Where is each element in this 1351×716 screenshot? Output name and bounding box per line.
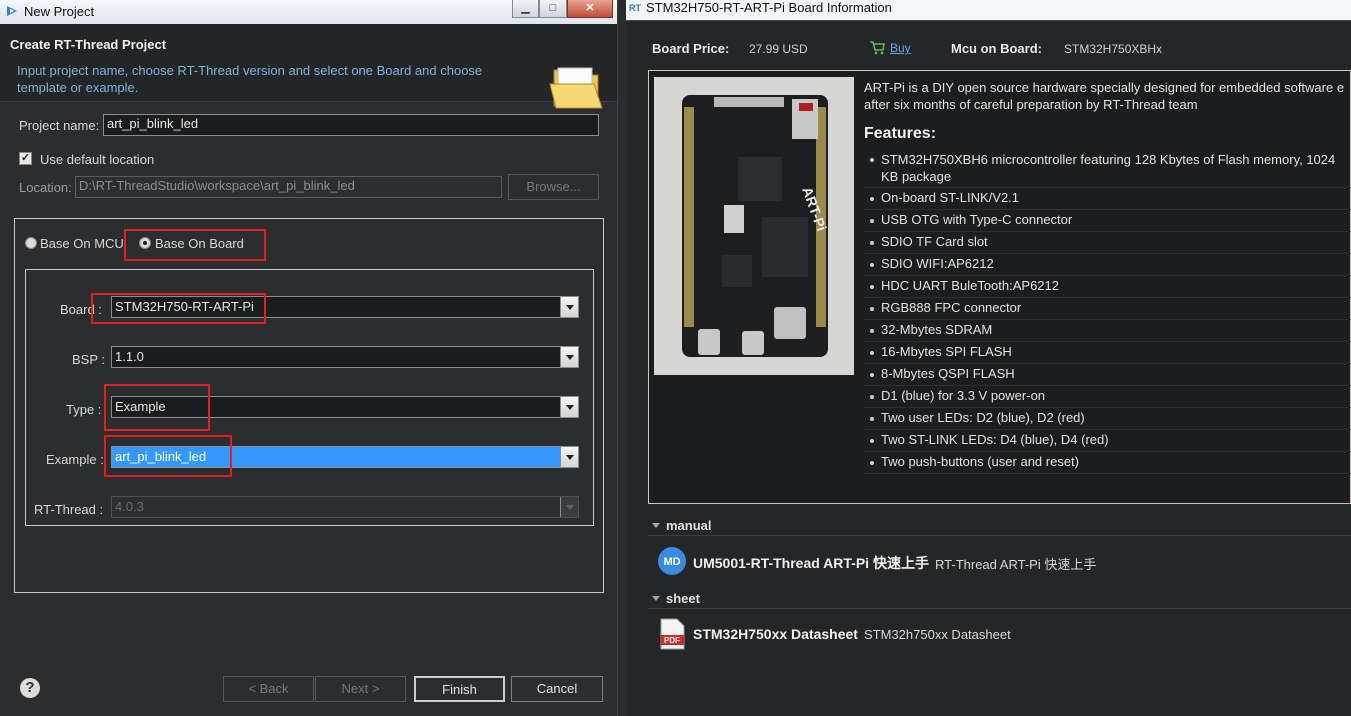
close-button[interactable]: ✕ — [567, 0, 613, 18]
panel-title: STM32H750-RT-ART-Pi Board Information — [646, 0, 892, 15]
back-button[interactable]: < Back — [223, 676, 314, 702]
rt-thread-app-icon — [7, 6, 17, 16]
markdown-icon: MD — [658, 547, 686, 575]
board-price-label: Board Price: — [652, 41, 730, 56]
bsp-label: BSP : — [72, 352, 106, 367]
project-name-label: Project name: — [19, 118, 100, 133]
location-label: Location: — [19, 180, 72, 195]
board-details-box: ART-Pi ART-Pi is a DIY open source hardw… — [648, 70, 1351, 504]
use-default-location-label: Use default location — [40, 152, 155, 167]
minimize-button[interactable]: ▁ — [512, 0, 539, 18]
buy-link[interactable]: Buy — [890, 41, 911, 55]
cancel-button[interactable]: Cancel — [511, 676, 603, 702]
highlight-type — [104, 384, 210, 431]
board-information-panel: RT STM32H750-RT-ART-Pi Board Information… — [626, 0, 1351, 716]
sheet-doc-name[interactable]: STM32H750xx Datasheet — [693, 626, 858, 642]
highlight-example — [104, 435, 232, 477]
bsp-select-value: 1.1.0 — [115, 349, 144, 364]
manual-section-title: manual — [666, 518, 712, 533]
feature-item: Two ST-LINK LEDs: D4 (blue), D4 (red) — [864, 430, 1351, 452]
dialog-titlebar: New Project ▁ □ ✕ — [0, 0, 617, 24]
expand-toggle-icon[interactable] — [652, 596, 660, 601]
board-description-line2: after six months of careful preparation … — [864, 97, 1198, 112]
feature-item: HDC UART BuleTooth:AP6212 — [864, 276, 1351, 298]
manual-doc-description: RT-Thread ART-Pi 快速上手 — [935, 557, 1097, 572]
feature-item: RGB888 FPC connector — [864, 298, 1351, 320]
board-price-value: 27.99 USD — [749, 42, 808, 56]
feature-item: SDIO WIFI:AP6212 — [864, 254, 1351, 276]
feature-item: STM32H750XBH6 microcontroller featuring … — [864, 149, 1351, 188]
type-label: Type : — [66, 402, 102, 417]
feature-item: 32-Mbytes SDRAM — [864, 320, 1351, 342]
use-default-location-checkbox[interactable]: ✓ — [19, 152, 32, 165]
finish-button[interactable]: Finish — [414, 676, 505, 702]
feature-item: SDIO TF Card slot — [864, 232, 1351, 254]
panel-titlebar: RT STM32H750-RT-ART-Pi Board Information — [626, 0, 1351, 20]
chevron-down-icon[interactable] — [560, 497, 578, 517]
dialog-title: New Project — [24, 4, 95, 19]
browse-button[interactable]: Browse... — [508, 174, 599, 200]
panel-body: Board Price: 27.99 USD Buy Mcu on Board:… — [626, 20, 1351, 716]
chevron-down-icon[interactable] — [560, 447, 578, 467]
board-photo: ART-Pi — [654, 77, 854, 375]
manual-doc-row[interactable]: MD UM5001-RT-Thread ART-Pi 快速上手 RT-Threa… — [656, 544, 1346, 578]
pdf-icon: PDF — [660, 618, 685, 650]
base-on-mcu-radio[interactable] — [25, 237, 37, 249]
feature-item: 8-Mbytes QSPI FLASH — [864, 364, 1351, 386]
rt-thread-version-select[interactable]: 4.0.3 — [111, 496, 579, 518]
expand-toggle-icon[interactable] — [652, 523, 660, 528]
feature-item: Two user LEDs: D2 (blue), D2 (red) — [864, 408, 1351, 430]
feature-item: On-board ST-LINK/V2.1 — [864, 188, 1351, 210]
mcu-on-board-value: STM32H750XBHx — [1064, 42, 1163, 56]
project-name-input[interactable]: art_pi_blink_led — [103, 114, 599, 136]
base-on-mcu-label: Base On MCU — [40, 236, 124, 251]
svg-text:MD: MD — [663, 556, 680, 568]
rt-thread-icon: RT — [629, 3, 641, 13]
help-icon[interactable]: ? — [20, 678, 40, 698]
sheet-doc-description: STM32h750xx Datasheet — [864, 627, 1011, 642]
next-button[interactable]: Next > — [315, 676, 406, 702]
highlight-base-on-board — [124, 229, 266, 261]
header-title: Create RT-Thread Project — [10, 37, 167, 52]
example-label: Example : — [46, 452, 104, 467]
rt-thread-version-label: RT-Thread : — [34, 502, 104, 517]
manual-section-header[interactable]: manual — [648, 516, 1351, 536]
feature-item: D1 (blue) for 3.3 V power-on — [864, 386, 1351, 408]
manual-doc-name[interactable]: UM5001-RT-Thread ART-Pi 快速上手 — [693, 553, 929, 573]
feature-item: USB OTG with Type-C connector — [864, 210, 1351, 232]
chevron-down-icon[interactable] — [560, 297, 578, 317]
new-project-dialog: New Project ▁ □ ✕ Create RT-Thread Proje… — [0, 0, 617, 716]
board-description-line1: ART-Pi is a DIY open source hardware spe… — [864, 80, 1345, 95]
svg-text:PDF: PDF — [664, 636, 680, 645]
sheet-section-header[interactable]: sheet — [648, 589, 1351, 609]
chevron-down-icon[interactable] — [560, 347, 578, 367]
chevron-down-icon[interactable] — [560, 397, 578, 417]
cart-icon[interactable] — [869, 41, 885, 55]
art-pi-board-image: ART-Pi — [654, 77, 854, 375]
window-divider — [617, 0, 626, 716]
rt-thread-version-value: 4.0.3 — [115, 499, 144, 514]
bsp-select[interactable]: 1.1.0 — [111, 346, 579, 368]
features-list: STM32H750XBH6 microcontroller featuring … — [864, 149, 1351, 474]
maximize-button[interactable]: □ — [539, 0, 567, 18]
location-input[interactable]: D:\RT-ThreadStudio\workspace\art_pi_blin… — [75, 176, 502, 198]
board-description: ART-Pi is a DIY open source hardware spe… — [864, 79, 1351, 113]
feature-item: 16-Mbytes SPI FLASH — [864, 342, 1351, 364]
folder-icon — [549, 67, 603, 109]
sheet-doc-row[interactable]: PDF STM32H750xx Datasheet STM32h750xx Da… — [656, 617, 1346, 651]
sheet-section-title: sheet — [666, 591, 700, 606]
highlight-board — [91, 293, 266, 324]
dialog-header: Create RT-Thread Project Input project n… — [0, 24, 617, 109]
feature-item: Two push-buttons (user and reset) — [864, 452, 1351, 474]
mcu-on-board-label: Mcu on Board: — [951, 41, 1042, 56]
header-description: Input project name, choose RT-Thread ver… — [17, 63, 483, 95]
features-title: Features: — [864, 125, 937, 142]
